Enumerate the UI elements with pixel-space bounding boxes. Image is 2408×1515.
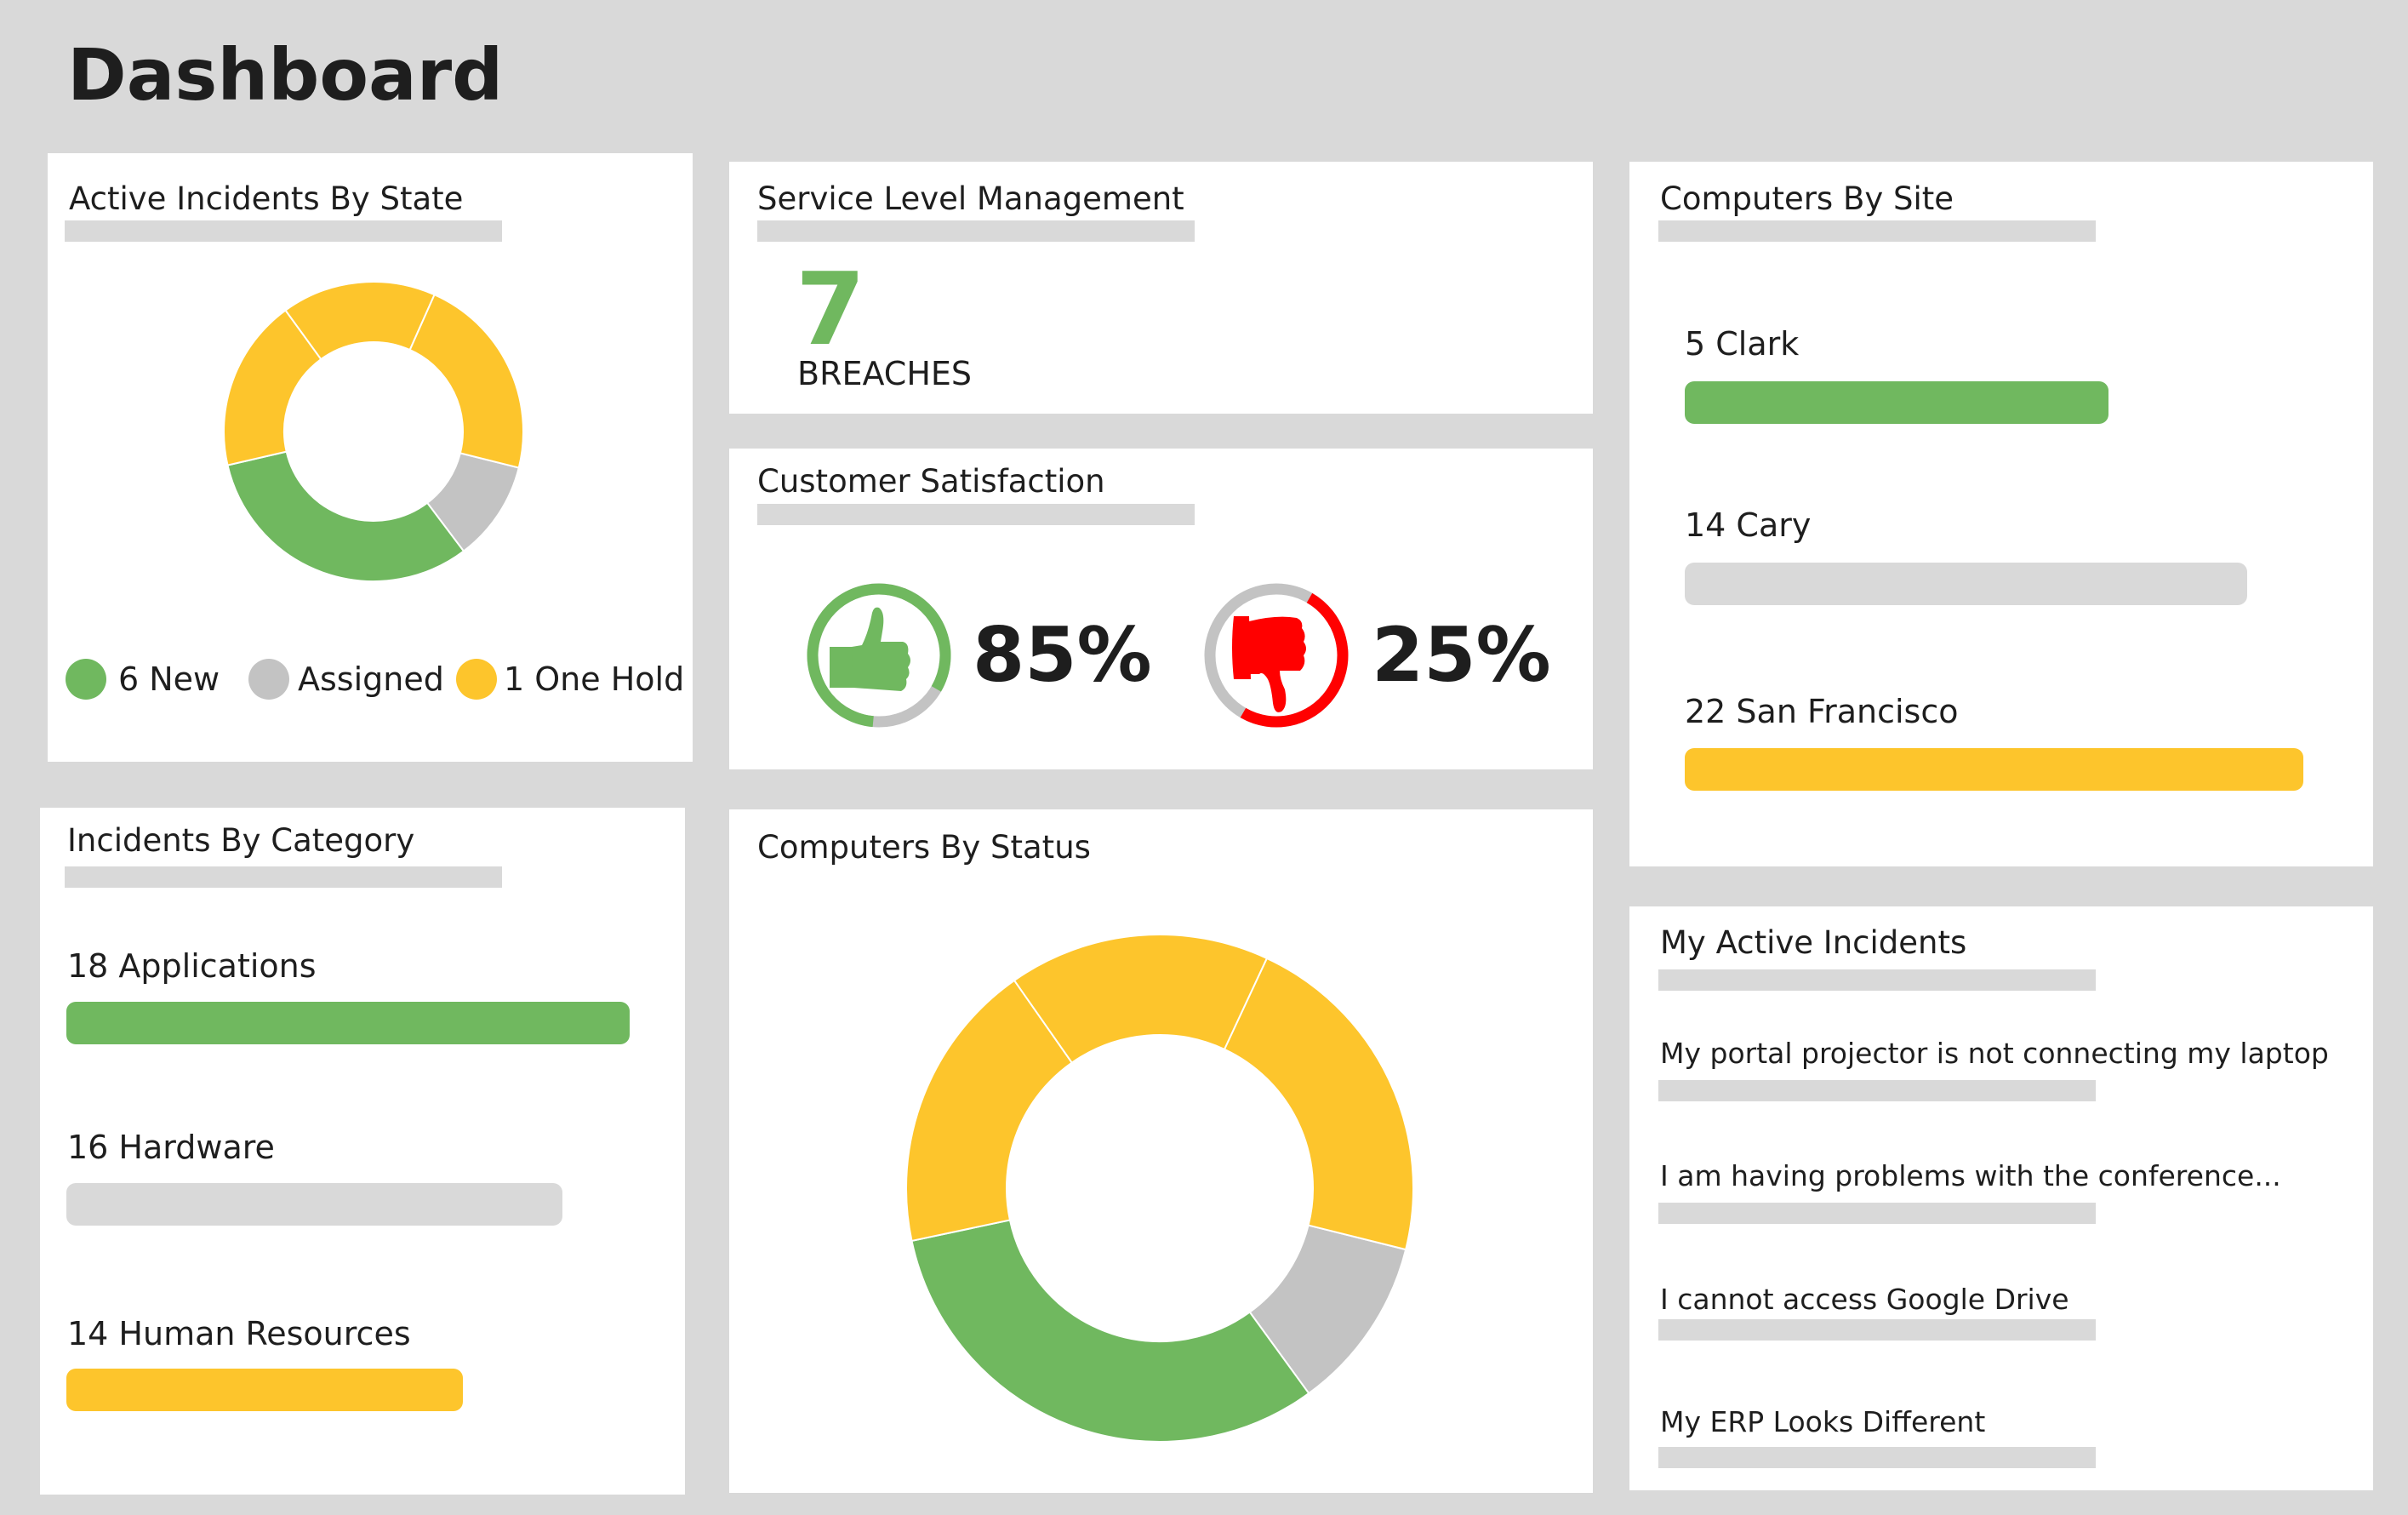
category-label-hardware: 16 Hardware	[67, 1129, 275, 1166]
negative-percentage: 25%	[1372, 611, 1551, 699]
site-label-san-francisco: 22 San Francisco	[1685, 693, 1959, 730]
donut-segment-4	[408, 293, 524, 469]
donut-segment-1	[910, 1219, 1310, 1443]
site-bar-san-francisco	[1685, 748, 2304, 791]
category-bar-human-resources	[66, 1369, 463, 1411]
site-label-cary: 14 Cary	[1685, 506, 1812, 544]
incident-link[interactable]: My portal projector is not connecting my…	[1660, 1039, 2329, 1067]
thumbs-up-icon	[830, 607, 910, 691]
card-title: Service Level Management	[757, 180, 1184, 217]
satisfaction-ring-positive	[807, 583, 951, 728]
title-underline	[1658, 969, 2096, 991]
site-bar-clark	[1685, 381, 2108, 424]
computers-by-status-donut	[905, 934, 1414, 1443]
active-incidents-card: Active Incidents By State 6 New Assigned…	[48, 153, 693, 762]
site-label-clark: 5 Clark	[1685, 325, 1800, 363]
breaches-count: 7	[796, 250, 866, 368]
legend-dot-new	[66, 659, 106, 700]
legend-label-assigned: Assigned	[298, 660, 444, 698]
incident-underline	[1658, 1319, 2096, 1341]
legend-label-new: 6 New	[118, 660, 220, 698]
category-label-human-resources: 14 Human Resources	[67, 1315, 411, 1352]
category-bar-hardware	[66, 1183, 562, 1226]
category-label-applications: 18 Applications	[67, 947, 317, 985]
donut-segment-1	[226, 450, 465, 582]
satisfaction-ring-negative	[1204, 583, 1349, 728]
card-title: Customer Satisfaction	[757, 463, 1105, 500]
incident-link[interactable]: I am having problems with the conference…	[1660, 1162, 2281, 1190]
thumbs-down-icon	[1232, 616, 1306, 712]
donut-segment-4	[1223, 957, 1414, 1251]
positive-percentage: 85%	[973, 611, 1152, 699]
card-title: Computers By Status	[757, 829, 1091, 866]
page-title: Dashboard	[67, 33, 504, 117]
computers-by-status-card: Computers By Status	[729, 809, 1593, 1493]
service-level-card: Service Level Management 7 BREACHES	[729, 162, 1593, 414]
incident-underline	[1658, 1203, 2096, 1224]
card-title: Computers By Site	[1660, 180, 1954, 217]
title-underline	[65, 866, 502, 888]
title-underline	[757, 504, 1195, 525]
customer-satisfaction-card: Customer Satisfaction 85% 25%	[729, 449, 1593, 769]
legend-dot-assigned	[248, 659, 289, 700]
card-title: Incidents By Category	[67, 822, 415, 859]
incident-underline	[1658, 1447, 2096, 1468]
computers-by-site-card: Computers By Site 5 Clark 14 Cary 22 San…	[1629, 162, 2373, 866]
my-active-incidents-card: My Active Incidents My portal projector …	[1629, 906, 2373, 1490]
incidents-by-category-card: Incidents By Category 18 Applications 16…	[40, 808, 685, 1495]
incident-underline	[1658, 1080, 2096, 1101]
card-title: Active Incidents By State	[69, 180, 464, 217]
legend-dot-on-hold	[456, 659, 497, 700]
active-incidents-donut	[223, 281, 524, 582]
legend-label-on-hold: 1 One Hold	[504, 660, 685, 698]
breaches-label: BREACHES	[797, 355, 973, 392]
title-underline	[1658, 220, 2096, 242]
site-bar-cary	[1685, 563, 2248, 605]
title-underline	[757, 220, 1195, 242]
incident-link[interactable]: My ERP Looks Different	[1660, 1408, 1985, 1436]
title-underline	[65, 220, 502, 242]
incident-link[interactable]: I cannot access Google Drive	[1660, 1285, 2069, 1313]
card-title: My Active Incidents	[1660, 924, 1967, 961]
category-bar-applications	[66, 1002, 631, 1044]
